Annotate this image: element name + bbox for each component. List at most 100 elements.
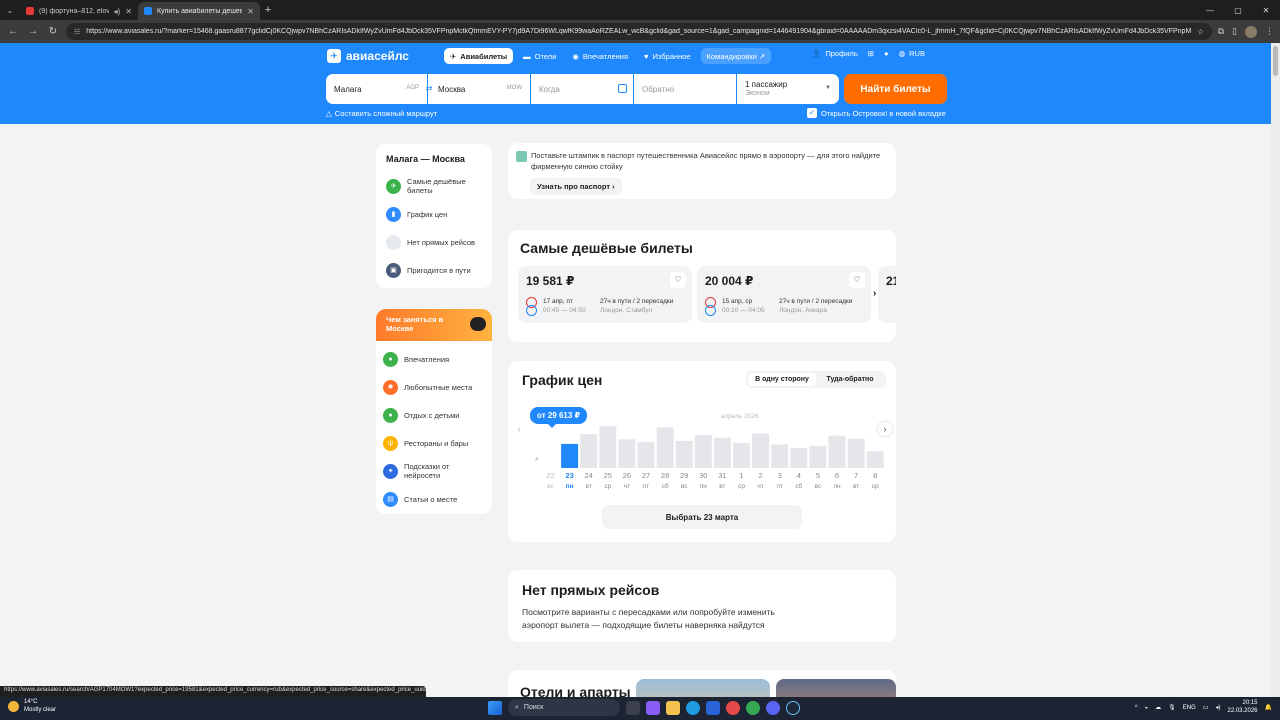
moscow-item-restaurants[interactable]: ψ Рестораны и бары [383,429,492,457]
copilot-icon[interactable] [646,700,660,715]
price-bar[interactable] [656,427,674,468]
price-bar[interactable] [694,435,712,468]
ticket-card-partial[interactable]: 21 [878,266,896,323]
sidebar-item-travel[interactable]: ▣ Пригодится в пути [386,256,492,284]
file-explorer-icon[interactable] [666,700,680,715]
site-info-icon[interactable]: ☷ [74,28,80,36]
heart-icon[interactable]: ♡ [670,272,686,288]
cloud-icon[interactable]: ☁ [1155,704,1161,711]
ticket-duration: 27ч в пути / 2 пересадки [600,298,674,305]
price-bar[interactable] [580,434,598,468]
price-bar[interactable] [561,443,579,468]
complex-route-link[interactable]: △ Составить сложный маршрут [326,109,437,118]
return-date-field[interactable]: Обратно [634,74,737,104]
opera-icon[interactable] [726,700,740,715]
swap-icon[interactable]: ⇄ [424,84,434,94]
passport-info-button[interactable]: Узнать про паспорт › [530,177,622,195]
store-icon[interactable] [706,700,720,715]
menu-icon[interactable]: ⋮ [1265,26,1274,37]
currency-button[interactable]: ◍ RUB [899,49,925,58]
sharing-button[interactable]: ⊞ [868,49,874,58]
url-input[interactable]: ☷ https://www.aviasales.ru/?marker=15468… [66,23,1212,40]
notification-icon[interactable]: 🔔 [1265,704,1272,711]
price-bar[interactable] [809,446,827,468]
back-icon[interactable]: ← [6,26,20,37]
ticket-card[interactable]: 19 581 ₽ ♡ 17 апр, пт 00:45 — 04:50 27ч … [518,266,692,323]
price-bar[interactable] [713,437,731,468]
moscow-item-places[interactable]: ✹ Любопытные места [383,373,492,401]
scrollbar-track[interactable] [1271,43,1280,697]
close-window-icon[interactable]: ✕ [1252,0,1280,20]
bookmark-star-icon[interactable]: ☆ [1197,28,1203,36]
mic-icon[interactable]: 🎙 [1168,704,1176,711]
price-bar[interactable] [618,439,636,468]
tab-search-icon[interactable]: ⌄ [0,6,20,15]
nav-business-trips[interactable]: Командировки ↗ [700,48,772,64]
chrome-icon[interactable] [746,700,760,715]
weekday-label: вт [853,483,859,490]
help-button[interactable]: ● [884,49,889,58]
ticket-card[interactable]: 20 004 ₽ ♡ 15 апр, ср 00:10 — 04:05 27ч … [697,266,871,323]
sidebar-icon[interactable]: ▯ [1232,26,1237,37]
sidebar-item-price-chart[interactable]: ▮ График цен [386,200,492,228]
moscow-item-experiences[interactable]: ● Впечатления [383,345,492,373]
network-icon[interactable]: ◒ [1145,705,1149,711]
price-bar[interactable] [599,426,617,468]
windows-start-icon[interactable] [488,700,502,715]
logo-icon: ✈ [327,49,341,63]
heart-icon[interactable]: ♡ [849,272,865,288]
profile-button[interactable]: 👤 Профиль [812,49,858,58]
steam-icon[interactable] [786,700,800,715]
volume-icon[interactable]: ◂) [1215,704,1220,711]
price-bar[interactable] [752,433,770,468]
departure-date-field[interactable]: Когда [531,74,634,104]
sidebar-item-no-direct[interactable]: Нет прямых рейсов [386,228,492,256]
close-icon[interactable]: ✕ [125,7,132,16]
browser-tab-2[interactable]: Купить авиабилеты дешево о ✕ [138,2,260,20]
aviasales-logo[interactable]: ✈ авиасейлс [327,49,409,63]
nav-favorites[interactable]: ♥ Избранное [638,48,696,64]
origin-field[interactable]: Малага AGP [326,74,428,104]
nav-flights[interactable]: ✈ Авиабилеты [444,48,514,64]
ostrovok-checkbox[interactable]: ✓ Открыть Островок! в новой вкладке [807,108,946,118]
language-indicator[interactable]: ENG [1183,705,1196,711]
close-icon[interactable]: ✕ [247,7,254,16]
price-bar[interactable] [866,451,884,468]
passengers-field[interactable]: 1 пассажир Эконом ▼ [737,74,839,104]
price-bar[interactable] [733,442,750,468]
maximize-icon[interactable]: ▢ [1224,0,1252,20]
price-bar[interactable] [790,448,808,468]
new-tab-button[interactable]: + [260,4,276,16]
price-bar[interactable] [675,440,693,468]
chevron-right-icon[interactable]: › [873,288,876,299]
extensions-icon[interactable]: ⧉ [1218,26,1224,37]
taskbar-search[interactable]: ⌕ Поиск [508,699,620,716]
discord-icon[interactable] [766,700,780,715]
reload-icon[interactable]: ↻ [46,26,60,37]
find-tickets-button[interactable]: Найти билеты [844,74,947,104]
sidebar-route-title: Малага — Москва [386,154,465,164]
moscow-item-ai-tips[interactable]: ✦ Подсказки от нейросети [383,457,492,485]
destination-field[interactable]: Москва MOW [428,74,531,104]
nav-hotels[interactable]: ▬ Отели [517,48,562,64]
moscow-item-kids[interactable]: ● Отдых с детьми [383,401,492,429]
task-view-icon[interactable] [626,700,640,715]
weather-widget[interactable]: 14°C Mostly clear [8,699,56,715]
clock[interactable]: 20:15 22.03.2026 [1227,700,1257,716]
minimize-icon[interactable]: — [1196,0,1224,20]
profile-avatar[interactable] [1245,25,1257,38]
browser-tab-1[interactable]: (9) фортуна–812, elovfes ◂) ✕ [20,2,138,20]
moscow-item-articles[interactable]: ▤ Статьи о месте [383,485,492,513]
nav-experiences[interactable]: ◉ Впечатления [566,48,634,64]
price-bar[interactable] [828,435,846,468]
weekday-label: ср [738,483,745,490]
sidebar-item-cheapest[interactable]: ✈ Самые дешёвые билеты [386,172,492,200]
price-bar[interactable] [847,438,865,468]
edge-icon[interactable] [686,700,700,715]
price-bar[interactable] [637,441,655,468]
chevron-up-icon[interactable]: ^ [1135,705,1138,711]
scrollbar-thumb[interactable] [1273,46,1278,76]
price-bar[interactable] [771,444,789,469]
forward-icon[interactable]: → [26,26,40,37]
display-icon[interactable]: ▭ [1203,704,1209,711]
